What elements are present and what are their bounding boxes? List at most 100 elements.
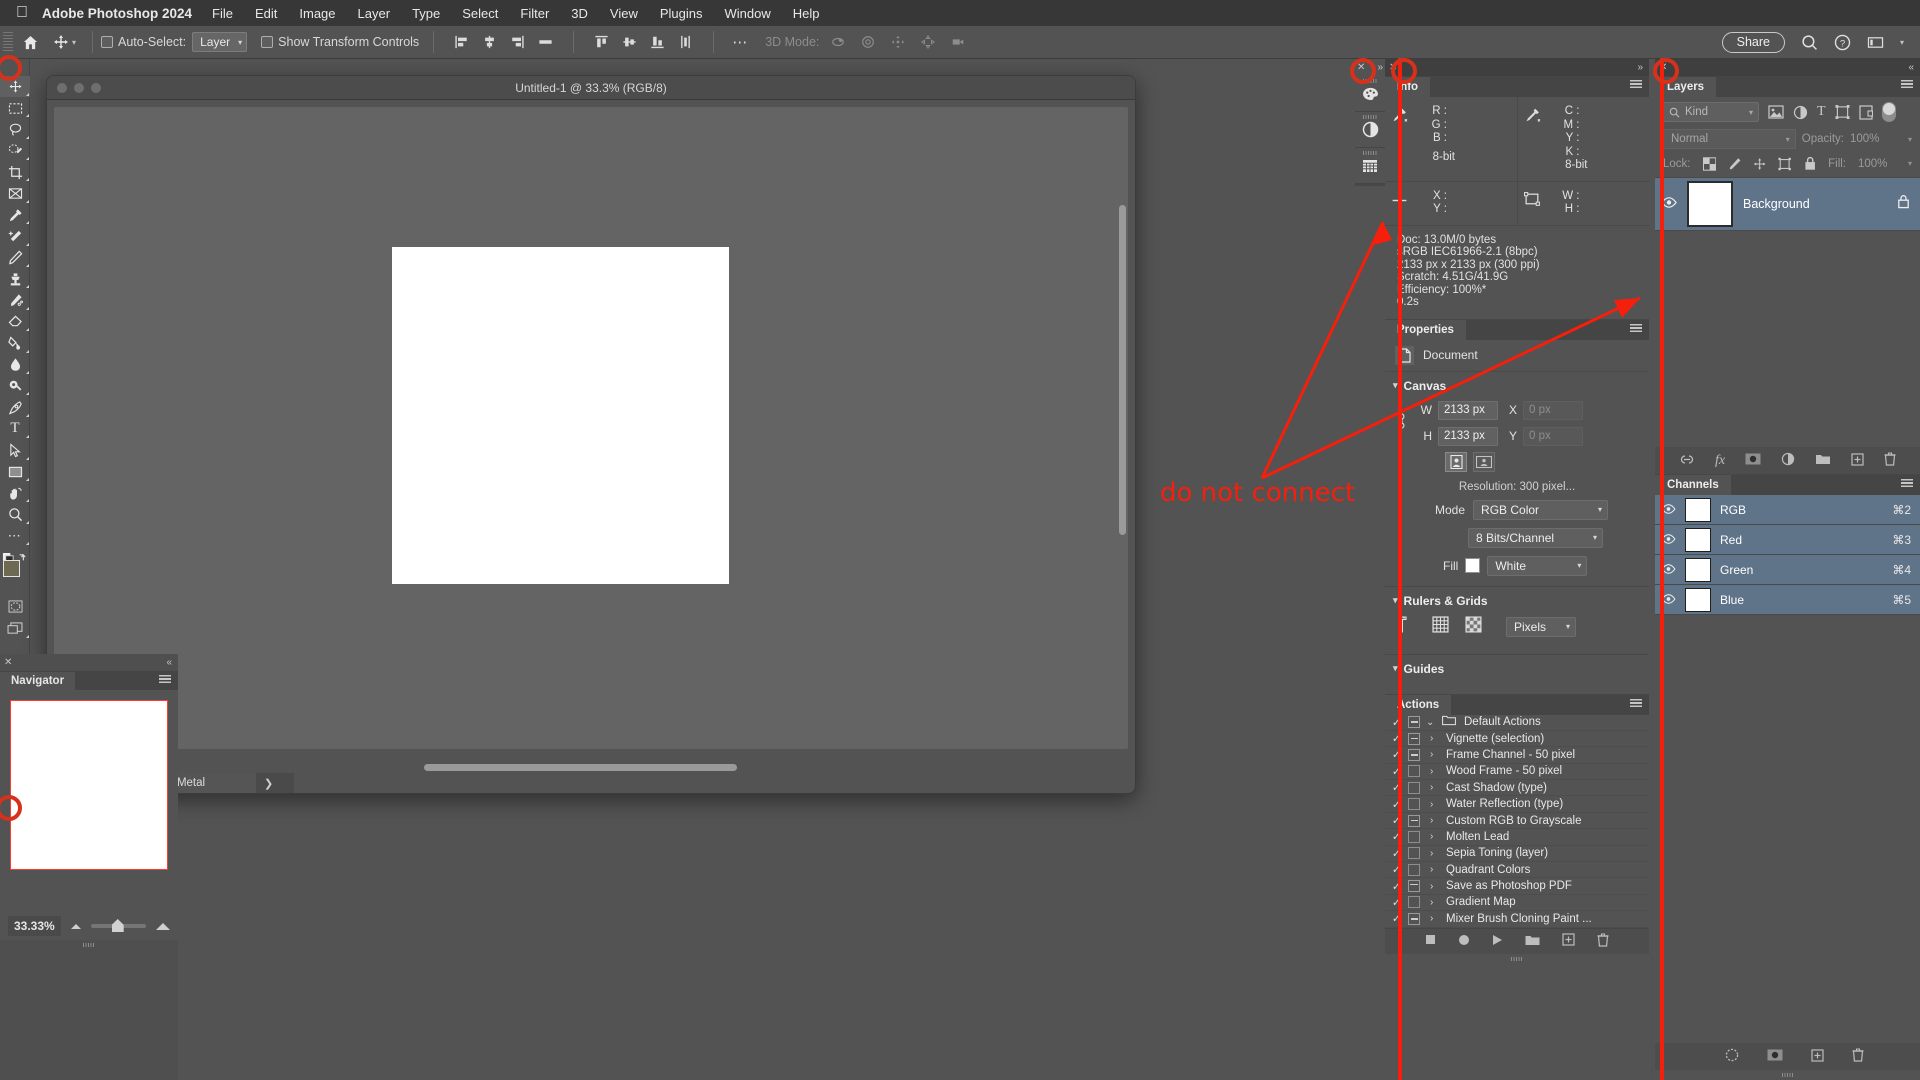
chevron-down-icon[interactable]: ▾ (1393, 595, 1398, 606)
libraries-panel-icon[interactable] (1355, 148, 1385, 184)
panel-resize-grip[interactable] (1655, 1070, 1920, 1080)
table-row[interactable]: Blue ⌘5 (1655, 585, 1920, 615)
action-enabled-checkmark[interactable]: ✓ (1391, 814, 1402, 827)
slider-thumb[interactable] (111, 919, 124, 932)
load-channel-as-selection-icon[interactable] (1725, 1048, 1739, 1065)
workspace-icon[interactable] (1867, 35, 1884, 50)
close-icon[interactable]: ✕ (4, 657, 12, 668)
bit-depth-dropdown[interactable]: 8 Bits/Channel ▾ (1468, 527, 1603, 548)
tab-navigator[interactable]: Navigator (0, 672, 76, 690)
layer-name[interactable]: Background (1743, 197, 1887, 211)
layer-thumbnail[interactable] (1687, 181, 1733, 227)
table-row[interactable]: ✓ ⌄ Default Actions (1385, 715, 1649, 731)
status-chevron-icon[interactable]: ❯ (264, 777, 273, 790)
edit-toolbar-button[interactable]: ⋯ (0, 525, 30, 546)
table-row[interactable]: ✓ › Wood Frame - 50 pixel (1385, 764, 1649, 781)
delete-channel-icon[interactable] (1852, 1048, 1864, 1065)
dodge-tool[interactable] (0, 375, 30, 396)
navigator-zoom-slider[interactable] (90, 919, 146, 932)
orbit-3d-icon[interactable] (830, 35, 846, 49)
canvas-horizontal-scrollbar[interactable] (54, 764, 1128, 771)
action-dialog-toggle[interactable] (1408, 830, 1420, 843)
blur-tool[interactable] (0, 354, 30, 375)
camera-3d-icon[interactable] (950, 35, 966, 49)
brush-tool[interactable] (0, 247, 30, 268)
action-dialog-toggle[interactable] (1408, 880, 1420, 893)
menu-edit[interactable]: Edit (255, 6, 277, 21)
channel-thumbnail[interactable] (1685, 527, 1711, 552)
action-enabled-checkmark[interactable]: ✓ (1391, 748, 1402, 761)
current-tool-preview[interactable]: ▾ (43, 34, 84, 50)
pixel-layer-filter-icon[interactable] (1768, 105, 1784, 119)
options-bar-grip[interactable] (3, 32, 13, 52)
table-row[interactable]: RGB ⌘2 (1655, 495, 1920, 525)
double-chevron-left-icon[interactable]: « (1908, 62, 1914, 73)
channel-thumbnail[interactable] (1685, 587, 1711, 612)
navigator-zoom-value[interactable]: 33.33% (8, 916, 61, 936)
color-mode-dropdown[interactable]: RGB Color ▾ (1473, 499, 1609, 520)
foreground-color-swatch[interactable] (3, 560, 20, 577)
lock-icon[interactable] (1897, 194, 1910, 214)
share-button[interactable]: Share (1721, 31, 1785, 53)
rectangle-tool[interactable] (0, 461, 30, 482)
clone-stamp-tool[interactable] (0, 269, 30, 290)
action-dialog-toggle[interactable] (1408, 798, 1420, 811)
expand-chevron-icon[interactable]: › (1430, 815, 1440, 826)
transparency-grid-icon[interactable] (1465, 615, 1482, 638)
table-row[interactable]: ✓ › Save as Photoshop PDF (1385, 878, 1649, 895)
canvas-section-header[interactable]: ▾ Canvas (1385, 372, 1649, 396)
action-enabled-checkmark[interactable]: ✓ (1391, 912, 1402, 925)
landscape-orientation-icon[interactable] (1473, 451, 1495, 472)
new-action-icon[interactable] (1562, 933, 1575, 949)
align-center-icon[interactable] (538, 35, 553, 49)
table-row[interactable]: ✓ › Frame Channel - 50 pixel (1385, 747, 1649, 764)
new-channel-icon[interactable] (1811, 1048, 1824, 1065)
table-row[interactable]: Green ⌘4 (1655, 555, 1920, 585)
fill-value[interactable]: 100% (1858, 158, 1896, 170)
table-row[interactable]: Red ⌘3 (1655, 525, 1920, 555)
link-layers-icon[interactable] (1679, 454, 1695, 468)
rectangular-marquee-tool[interactable] (0, 97, 30, 118)
double-chevron-right-icon[interactable]: » (1377, 62, 1383, 73)
new-layer-icon[interactable] (1851, 452, 1864, 469)
distribute-vertical-icon[interactable] (678, 35, 693, 49)
portrait-orientation-icon[interactable] (1445, 451, 1467, 472)
panel-menu-icon[interactable] (159, 675, 171, 684)
apple-logo-icon[interactable]:  (16, 5, 28, 21)
adjustment-layer-filter-icon[interactable] (1793, 105, 1808, 120)
action-dialog-toggle[interactable] (1408, 732, 1420, 745)
layer-mask-icon[interactable] (1745, 453, 1761, 468)
panel-menu-icon[interactable] (1901, 80, 1913, 89)
menu-help[interactable]: Help (793, 6, 820, 21)
resolution-text[interactable]: Resolution: 300 pixel... (1385, 474, 1649, 498)
type-layer-filter-icon[interactable]: T (1817, 104, 1826, 120)
menu-plugins[interactable]: Plugins (660, 6, 703, 21)
table-row[interactable]: ✓ › Water Reflection (type) (1385, 796, 1649, 813)
tab-properties[interactable]: Properties (1385, 319, 1466, 340)
menu-select[interactable]: Select (462, 6, 498, 21)
menu-type[interactable]: Type (412, 6, 440, 21)
gradient-tool[interactable] (0, 333, 30, 354)
table-row[interactable]: ✓ › Molten Lead (1385, 829, 1649, 846)
canvas-vertical-scrollbar[interactable] (1119, 111, 1126, 745)
quick-mask-icon[interactable] (0, 596, 30, 617)
home-icon[interactable] (17, 29, 43, 55)
search-icon[interactable] (1801, 34, 1818, 51)
action-enabled-checkmark[interactable]: ✓ (1391, 880, 1402, 893)
action-enabled-checkmark[interactable]: ✓ (1391, 830, 1402, 843)
action-dialog-toggle[interactable] (1408, 765, 1420, 778)
ellipsis-icon[interactable]: ⋯ (722, 33, 759, 51)
chevron-down-icon[interactable]: ▾ (1393, 663, 1398, 674)
fill-dropdown[interactable]: White ▾ (1487, 555, 1588, 576)
blend-mode-dropdown[interactable]: Normal ▾ (1663, 129, 1796, 149)
canvas-area[interactable] (54, 107, 1128, 749)
close-icon[interactable]: ✕ (1357, 62, 1365, 73)
auto-select-scope-dropdown[interactable]: Layer ▾ (192, 32, 248, 52)
fill-color-swatch[interactable] (1465, 558, 1481, 573)
eye-icon[interactable] (1661, 591, 1676, 609)
color-swatches[interactable] (3, 560, 29, 586)
eye-icon[interactable] (1661, 561, 1676, 579)
auto-select-checkbox[interactable] (101, 36, 114, 48)
stop-icon[interactable] (1425, 934, 1436, 948)
expand-chevron-icon[interactable]: ⌄ (1426, 717, 1436, 728)
